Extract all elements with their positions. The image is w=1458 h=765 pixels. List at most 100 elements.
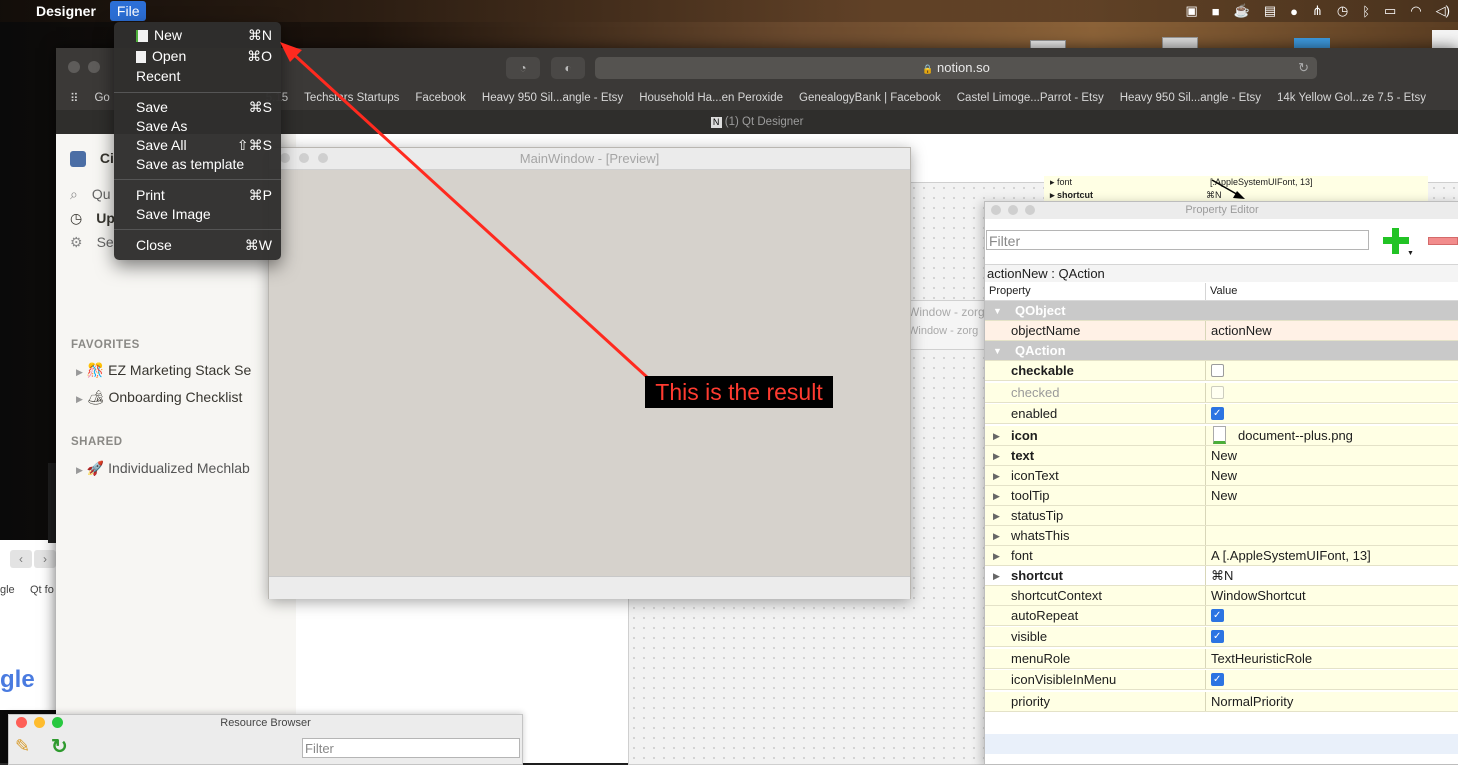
column-divider (1205, 605, 1206, 625)
property-row-priority[interactable]: priority NormalPriority (985, 691, 1458, 712)
column-header[interactable]: Property (989, 285, 1031, 297)
close-icon[interactable] (16, 717, 27, 728)
property-name: icon (1011, 427, 1038, 443)
collapse-icon[interactable]: ▼ (993, 341, 1002, 361)
property-row-visible[interactable]: visible (985, 627, 1458, 647)
property-value[interactable] (1211, 383, 1224, 403)
expand-icon[interactable]: ▶ (993, 566, 1000, 586)
property-name: checked (1011, 384, 1060, 400)
panel-titlebar: Property Editor (985, 202, 1458, 219)
expand-icon[interactable]: ▶ (993, 466, 1000, 486)
checkbox[interactable] (1211, 404, 1224, 424)
property-name: whatsThis (1011, 527, 1070, 543)
collapse-icon[interactable]: ▼ (993, 301, 1002, 321)
column-divider (1205, 691, 1206, 711)
property-row-checked[interactable]: checked (985, 382, 1458, 403)
property-filter-input[interactable]: Filter (986, 230, 1369, 250)
property-row-iconText[interactable]: ▶ iconText New (985, 465, 1458, 486)
property-name: objectName (1011, 323, 1081, 338)
property-value[interactable]: TextHeuristicRole (1211, 649, 1312, 669)
property-value[interactable]: New (1211, 466, 1237, 486)
property-value[interactable] (1211, 670, 1224, 690)
property-name: toolTip (1011, 487, 1050, 503)
pencil-icon[interactable]: ✎ (15, 736, 30, 757)
annotation-label: This is the result (645, 376, 833, 408)
expand-icon[interactable]: ▶ (993, 446, 1000, 466)
property-value[interactable]: actionNew (1211, 321, 1272, 341)
column-divider (1205, 627, 1206, 646)
expand-icon[interactable]: ▶ (993, 546, 1000, 566)
property-value-text: NormalPriority (1211, 693, 1294, 709)
property-value[interactable]: WindowShortcut (1211, 586, 1306, 606)
checkbox[interactable] (1211, 364, 1224, 378)
property-value[interactable] (1211, 627, 1224, 647)
property-row-text[interactable]: ▶ text New (985, 445, 1458, 466)
property-name: checkable (1011, 363, 1074, 378)
property-row-font[interactable]: ▶ font A [.AppleSystemUIFont, 13] (985, 545, 1458, 566)
panel-titlebar: Resource Browser (9, 715, 522, 731)
property-row-iconVisibleInMenu[interactable]: iconVisibleInMenu (985, 670, 1458, 690)
expand-icon[interactable]: ▶ (993, 506, 1000, 526)
property-row-enabled[interactable]: enabled (985, 404, 1458, 424)
property-value[interactable]: A [.AppleSystemUIFont, 13] (1211, 546, 1371, 566)
checkbox[interactable] (1211, 670, 1224, 690)
column-header[interactable]: Value (1210, 285, 1237, 297)
property-row-autoRepeat[interactable]: autoRepeat (985, 605, 1458, 626)
column-divider (1205, 404, 1206, 423)
dropdown-arrow-icon: ▼ (1407, 250, 1414, 257)
resource-filter-input[interactable]: Filter (302, 738, 520, 758)
checkbox[interactable] (1211, 627, 1224, 647)
property-value-text: New (1211, 467, 1238, 483)
property-value-text: document--plus.png (1238, 427, 1353, 443)
property-name: enabled (1011, 406, 1058, 421)
expand-icon[interactable]: ▶ (993, 486, 1000, 506)
close-icon[interactable] (991, 205, 1001, 215)
panel-title: Resource Browser (220, 717, 311, 729)
property-name: text (1011, 447, 1035, 463)
property-value-text: actionNew (1211, 323, 1272, 338)
property-value-text: New (1211, 487, 1238, 503)
property-value[interactable]: document--plus.png (1211, 425, 1353, 446)
column-divider (1205, 525, 1206, 545)
property-name: statusTip (1011, 507, 1064, 523)
property-row-statusTip[interactable]: ▶ statusTip (985, 505, 1458, 526)
checkbox[interactable] (1211, 606, 1224, 626)
property-value[interactable] (1211, 606, 1224, 626)
expand-icon[interactable]: ▶ (993, 526, 1000, 546)
property-row-shortcutContext[interactable]: shortcutContext WindowShortcut (985, 585, 1458, 606)
checkbox[interactable] (1211, 385, 1224, 399)
property-group-row[interactable]: ▼ QObject (985, 301, 1458, 321)
property-row-checkable[interactable]: checkable (985, 361, 1458, 381)
property-group-row[interactable]: ▼ QAction (985, 341, 1458, 361)
property-value[interactable]: ⌘N (1211, 566, 1233, 586)
property-value[interactable] (1211, 404, 1224, 424)
column-divider (1205, 585, 1206, 605)
minimize-icon[interactable] (34, 717, 45, 728)
property-value[interactable] (1211, 361, 1224, 381)
column-divider (1205, 565, 1206, 585)
group-name: QAction (1015, 343, 1066, 358)
column-divider (1205, 505, 1206, 525)
property-value[interactable]: NormalPriority (1211, 692, 1293, 712)
property-editor-panel: Property Editor Filter ▼ actionNew : QAc… (984, 201, 1458, 765)
property-row-whatsThis[interactable]: ▶ whatsThis (985, 525, 1458, 546)
property-row-objectName[interactable]: objectName actionNew (985, 321, 1458, 341)
expand-icon[interactable]: ▶ (993, 426, 1000, 446)
zoom-icon[interactable] (1025, 205, 1035, 215)
zoom-icon[interactable] (52, 717, 63, 728)
column-divider (1205, 648, 1206, 668)
property-value[interactable]: New (1211, 486, 1237, 506)
minimize-icon[interactable] (1008, 205, 1018, 215)
property-row-menuRole[interactable]: menuRole TextHeuristicRole (985, 648, 1458, 669)
reload-icon[interactable]: ↻ (51, 734, 68, 759)
column-divider (1205, 361, 1206, 380)
property-row-shortcut[interactable]: ▶ shortcut ⌘N (985, 565, 1458, 586)
column-divider (1205, 545, 1206, 565)
add-property-button[interactable]: ▼ (1381, 226, 1414, 257)
property-row-icon[interactable]: ▶ icon document--plus.png (985, 425, 1458, 446)
remove-property-button[interactable] (1428, 237, 1458, 245)
property-name: font (1011, 547, 1033, 563)
property-name: shortcut (1011, 567, 1063, 583)
property-row-toolTip[interactable]: ▶ toolTip New (985, 485, 1458, 506)
property-value[interactable]: New (1211, 446, 1237, 466)
